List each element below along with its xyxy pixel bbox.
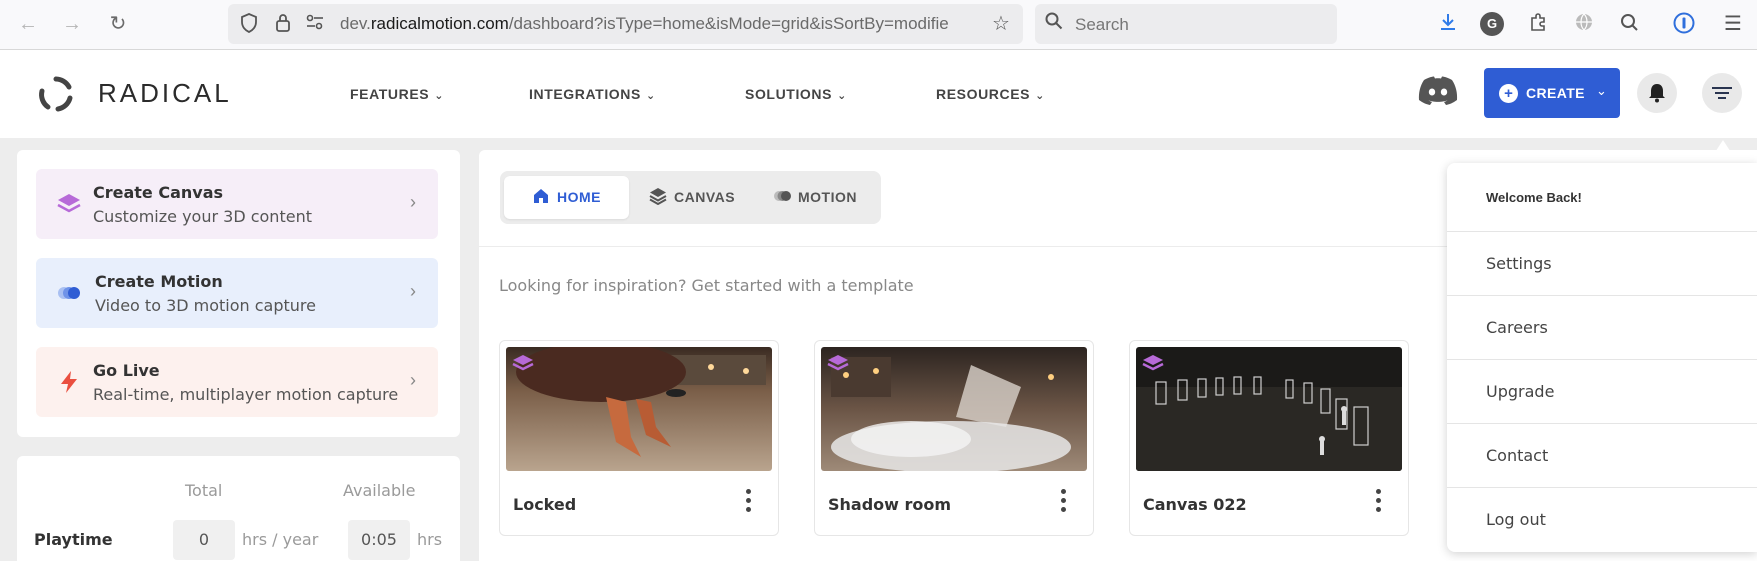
more-options-icon[interactable] <box>744 489 752 517</box>
user-dropdown-menu: Welcome Back! Settings Careers Upgrade C… <box>1447 163 1757 552</box>
create-canvas-action[interactable]: Create Canvas Customize your 3D content … <box>36 169 438 239</box>
chevron-right-icon: › <box>410 192 416 212</box>
template-card-locked[interactable]: Locked <box>499 340 779 536</box>
layers-icon <box>649 179 667 206</box>
action-title: Create Canvas <box>93 183 224 202</box>
grammarly-extension-icon[interactable]: G <box>1480 12 1504 36</box>
action-subtitle: Real-time, multiplayer motion capture <box>93 385 399 404</box>
qr-extension-icon[interactable] <box>1618 12 1642 36</box>
column-header-available: Available <box>343 481 416 500</box>
more-options-icon[interactable] <box>1374 489 1382 517</box>
tab-home[interactable]: HOME <box>504 176 629 219</box>
radical-logo-icon[interactable] <box>38 76 74 112</box>
extensions-puzzle-icon[interactable] <box>1526 12 1550 36</box>
notifications-bell-icon[interactable] <box>1637 73 1677 113</box>
lock-icon[interactable] <box>272 13 294 35</box>
menu-item-settings[interactable]: Settings <box>1447 231 1757 295</box>
plus-icon: + <box>1499 84 1518 103</box>
usage-card: Total Available Playtime 0 hrs / year 0:… <box>17 456 460 561</box>
menu-item-contact[interactable]: Contact <box>1447 423 1757 487</box>
go-live-action[interactable]: Go Live Real-time, multiplayer motion ca… <box>36 347 438 417</box>
chevron-right-icon: › <box>410 370 416 390</box>
tab-canvas[interactable]: CANVAS <box>633 176 755 219</box>
menu-item-logout[interactable]: Log out <box>1447 487 1757 551</box>
nav-integrations[interactable]: INTEGRATIONS ⌄ <box>529 86 656 102</box>
menu-item-careers[interactable]: Careers <box>1447 295 1757 359</box>
canvas-badge-icon <box>827 355 849 371</box>
playtime-available-value: 0:05 <box>348 520 410 560</box>
logo-wordmark[interactable]: RADICAL <box>98 78 232 109</box>
motion-icon <box>773 179 791 201</box>
inspiration-heading: Looking for inspiration? Get started wit… <box>499 276 914 295</box>
chevron-down-icon: ⌄ <box>837 90 847 102</box>
view-tabs: HOME CANVAS MOTION <box>500 171 881 224</box>
forward-icon[interactable]: → <box>60 12 84 36</box>
playtime-total-value: 0 <box>173 520 235 560</box>
canvas-badge-icon <box>512 355 534 371</box>
template-card-shadow-room[interactable]: Shadow room <box>814 340 1094 536</box>
search-placeholder: Search <box>1075 15 1129 34</box>
create-button-label: CREATE <box>1526 85 1585 101</box>
app-header: RADICAL FEATURES ⌄ INTEGRATIONS ⌄ SOLUTION… <box>0 50 1757 138</box>
welcome-text: Welcome Back! <box>1486 190 1582 205</box>
template-name: Canvas 022 <box>1143 495 1247 514</box>
action-subtitle: Customize your 3D content <box>93 207 312 226</box>
menu-item-upgrade[interactable]: Upgrade <box>1447 359 1757 423</box>
template-name: Locked <box>513 495 577 514</box>
home-icon <box>532 179 550 203</box>
playtime-total-unit: hrs / year <box>242 530 319 549</box>
action-subtitle: Video to 3D motion capture <box>95 296 316 315</box>
chevron-down-icon: ⌄ <box>645 90 656 102</box>
more-options-icon[interactable] <box>1059 489 1067 517</box>
back-icon[interactable]: ← <box>16 12 40 36</box>
permissions-icon[interactable] <box>304 13 326 35</box>
nav-resources[interactable]: RESOURCES ⌄ <box>936 86 1045 102</box>
template-thumbnail[interactable] <box>506 347 772 471</box>
layers-icon <box>56 191 82 217</box>
downloads-icon[interactable] <box>1436 12 1460 36</box>
reload-icon[interactable]: ↻ <box>106 12 130 36</box>
nav-solutions[interactable]: SOLUTIONS ⌄ <box>745 86 847 102</box>
dropdown-caret <box>1708 140 1738 163</box>
chevron-down-icon: ⌄ <box>1035 90 1045 102</box>
chevron-right-icon: › <box>410 281 416 301</box>
discord-icon[interactable] <box>1418 75 1458 109</box>
chevron-down-icon[interactable]: ⌄ <box>1596 83 1607 99</box>
user-menu-button[interactable] <box>1702 73 1742 113</box>
template-thumbnail[interactable] <box>821 347 1087 471</box>
canvas-badge-icon <box>1142 355 1164 371</box>
playtime-available-unit: hrs <box>417 530 443 549</box>
nav-features[interactable]: FEATURES ⌄ <box>350 86 444 102</box>
url-text[interactable]: dev.radicalmotion.com/dashboard?isType=h… <box>340 14 980 34</box>
action-title: Create Motion <box>95 272 223 291</box>
address-bar[interactable]: dev.radicalmotion.com/dashboard?isType=h… <box>228 4 1023 44</box>
browser-toolbar: ← → ↻ dev.radicalmotion.com/dashboard?is… <box>0 0 1757 50</box>
menu-hamburger-icon[interactable]: ☰ <box>1721 12 1745 36</box>
template-thumbnail[interactable] <box>1136 347 1402 471</box>
playtime-label: Playtime <box>34 530 113 549</box>
lightning-icon <box>56 369 82 395</box>
bookmark-star-icon[interactable]: ☆ <box>990 13 1012 35</box>
chevron-down-icon: ⌄ <box>434 90 445 102</box>
column-header-total: Total <box>185 481 223 500</box>
browser-search-input[interactable]: Search <box>1035 4 1337 44</box>
menu-lines-icon <box>1712 87 1732 99</box>
motion-icon <box>56 280 82 306</box>
quick-actions-card: Create Canvas Customize your 3D content … <box>17 150 460 437</box>
action-title: Go Live <box>93 361 160 380</box>
globe-extension-icon[interactable] <box>1572 12 1596 36</box>
tab-motion[interactable]: MOTION <box>759 176 877 219</box>
search-icon <box>1045 12 1063 35</box>
shield-icon[interactable] <box>238 13 260 35</box>
template-name: Shadow room <box>828 495 952 514</box>
password-manager-icon[interactable] <box>1672 12 1696 36</box>
template-card-canvas-022[interactable]: Canvas 022 <box>1129 340 1409 536</box>
create-button[interactable]: + CREATE ⌄ <box>1484 68 1620 118</box>
create-motion-action[interactable]: Create Motion Video to 3D motion capture… <box>36 258 438 328</box>
